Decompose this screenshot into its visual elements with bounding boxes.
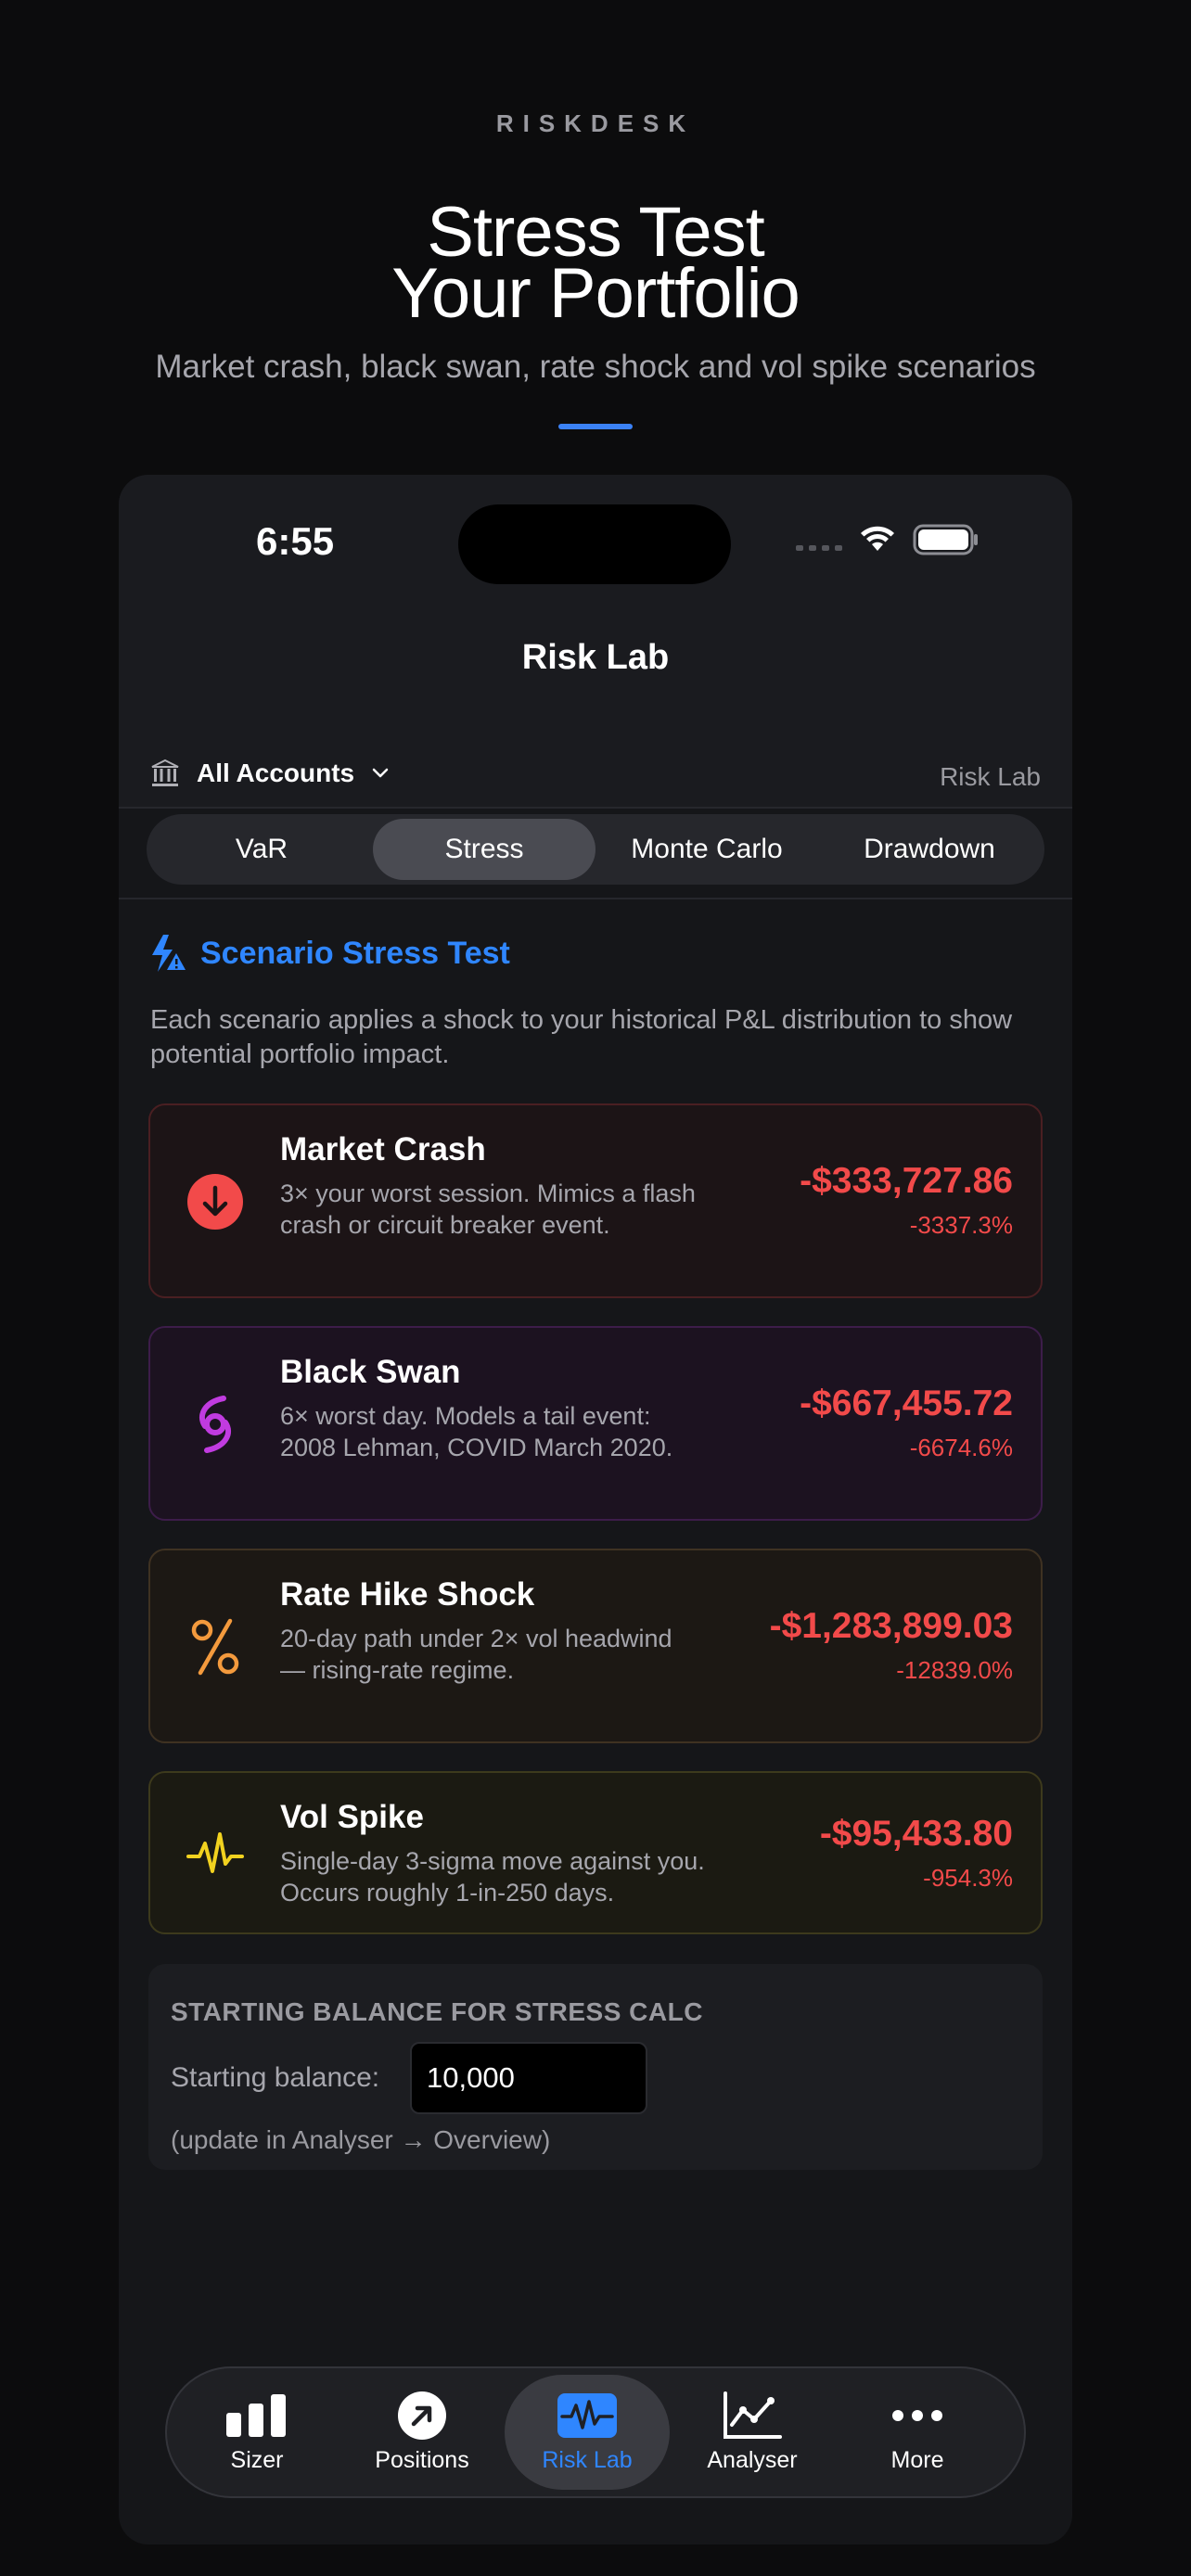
section-title: Scenario Stress Test <box>200 935 510 971</box>
scenario-card-market-crash[interactable]: Market Crash 3× your worst session. Mimi… <box>148 1103 1043 1298</box>
scenario-amount: -$333,727.86 <box>800 1161 1013 1201</box>
bolt-warning-icon <box>152 935 186 972</box>
segment-monte-carlo[interactable]: Monte Carlo <box>596 819 818 880</box>
tab-bar: Sizer Positions Risk Lab Analyser More <box>165 2366 1026 2498</box>
starting-balance-panel: STARTING BALANCE FOR STRESS CALC Startin… <box>148 1964 1043 2170</box>
tab-label: Risk Lab <box>542 2446 633 2473</box>
segment-drawdown[interactable]: Drawdown <box>818 819 1041 880</box>
more-icon <box>891 2391 943 2440</box>
tab-label: Positions <box>375 2446 469 2473</box>
segment-divider <box>119 898 1072 899</box>
tab-label: Sizer <box>230 2446 284 2473</box>
waveform-box-icon <box>557 2391 618 2440</box>
tab-more[interactable]: More <box>835 2375 1000 2490</box>
scenario-percent: -954.3% <box>923 1864 1013 1892</box>
scenario-amount: -$1,283,899.03 <box>769 1606 1013 1646</box>
section-intro: Each scenario applies a shock to your hi… <box>150 1005 1013 1069</box>
accent-divider <box>558 424 633 429</box>
scenario-title: Rate Hike Shock <box>280 1576 535 1613</box>
battery-icon <box>913 524 978 555</box>
tab-analyser[interactable]: Analyser <box>670 2375 835 2490</box>
scenario-description: 3× your worst session. Mimics a flash cr… <box>280 1180 696 1239</box>
chevron-down-icon <box>372 768 389 778</box>
scenario-title: Vol Spike <box>280 1799 424 1835</box>
scenario-description: Single-day 3-sigma move against you. Occ… <box>280 1847 705 1906</box>
starting-balance-input[interactable] <box>410 2042 647 2114</box>
account-selector-label: All Accounts <box>197 759 355 787</box>
tab-sizer[interactable]: Sizer <box>174 2375 339 2490</box>
scenario-percent: -3337.3% <box>909 1211 1013 1239</box>
headline-line-2: Your Portfolio <box>391 254 800 333</box>
tab-positions[interactable]: Positions <box>339 2375 505 2490</box>
cellular-signal-icon <box>796 545 842 551</box>
arrow-down-circle-icon <box>186 1172 245 1231</box>
starting-balance-label: Starting balance: <box>171 2062 380 2093</box>
scenario-amount: -$95,433.80 <box>819 1814 1013 1854</box>
segment-var[interactable]: VaR <box>150 819 373 880</box>
tab-label: More <box>890 2446 944 2473</box>
accounts-row: All Accounts Risk Lab <box>119 734 1072 809</box>
scenario-card-rate-hike-shock[interactable]: Rate Hike Shock 20-day path under 2× vol… <box>148 1549 1043 1743</box>
segmented-control: VaR Stress Monte Carlo Drawdown <box>147 814 1044 885</box>
headline: Stress Test Your Portfolio <box>0 198 1191 333</box>
phone-frame: 6:55 Risk Lab All Accounts Risk Lab VaR … <box>119 475 1072 2544</box>
waveform-icon <box>186 1825 245 1884</box>
scenario-card-vol-spike[interactable]: Vol Spike Single-day 3-sigma move agains… <box>148 1771 1043 1934</box>
scenario-description: 20-day path under 2× vol headwind — risi… <box>280 1625 672 1684</box>
scenario-amount: -$667,455.72 <box>800 1384 1013 1423</box>
brand-label: RISKDESK <box>495 109 696 137</box>
tab-risk-lab[interactable]: Risk Lab <box>505 2375 670 2490</box>
scenario-title: Market Crash <box>280 1131 486 1167</box>
section-header: Scenario Stress Test <box>150 933 510 974</box>
percent-icon <box>186 1617 245 1677</box>
bank-icon <box>151 759 179 786</box>
scenario-description: 6× worst day. Models a tail event: 2008 … <box>280 1402 673 1461</box>
dynamic-island <box>458 504 731 584</box>
wifi-icon <box>861 526 894 551</box>
status-icons <box>796 521 980 558</box>
bar-chart-icon <box>224 2391 289 2440</box>
tab-label: Analyser <box>707 2446 798 2473</box>
scenario-card-black-swan[interactable]: Black Swan 6× worst day. Models a tail e… <box>148 1326 1043 1521</box>
segment-stress[interactable]: Stress <box>373 819 596 880</box>
accounts-right-label: Risk Lab <box>940 762 1041 791</box>
subhead: Market crash, black swan, rate shock and… <box>155 349 1036 385</box>
scenario-percent: -12839.0% <box>896 1656 1013 1684</box>
starting-balance-title: STARTING BALANCE FOR STRESS CALC <box>171 1997 703 2026</box>
hurricane-icon <box>186 1395 245 1454</box>
nav-title: Risk Lab <box>521 638 670 677</box>
line-chart-icon <box>723 2391 782 2440</box>
account-selector[interactable]: All Accounts <box>150 759 390 788</box>
scenario-title: Black Swan <box>280 1354 461 1390</box>
arrow-up-right-circle-icon <box>397 2391 447 2440</box>
scenario-percent: -6674.6% <box>909 1434 1013 1461</box>
status-time: 6:55 <box>256 519 335 563</box>
starting-balance-note: (update in Analyser → Overview) <box>171 2125 551 2154</box>
